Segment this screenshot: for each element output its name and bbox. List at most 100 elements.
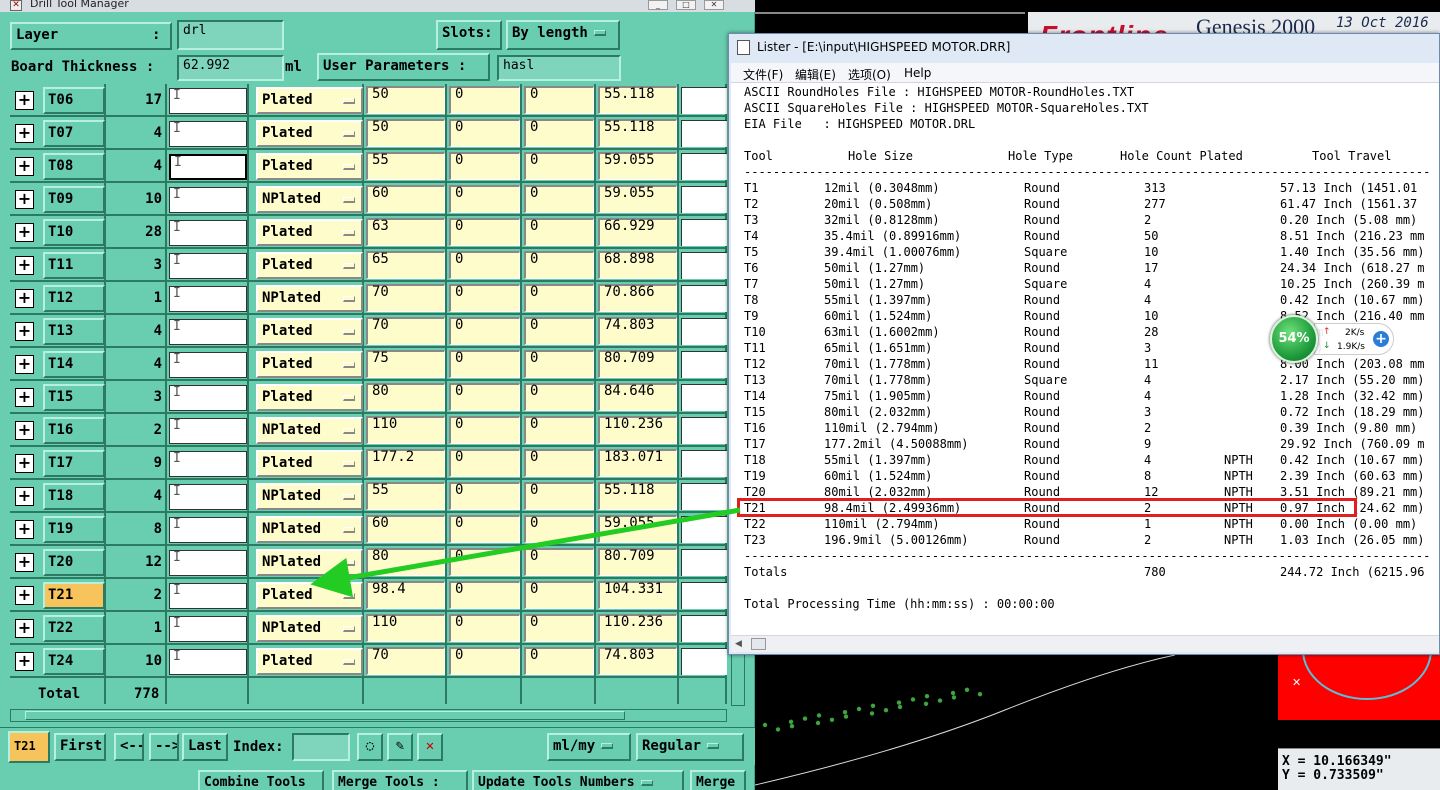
layer-input[interactable]: drl [177, 20, 284, 50]
extra-column-input[interactable] [681, 120, 727, 147]
expand-icon[interactable]: + [15, 289, 34, 308]
extra-column-input[interactable] [681, 384, 727, 411]
scroll-thumb[interactable] [751, 638, 766, 650]
board-thickness-input[interactable]: 62.992 [177, 55, 284, 81]
previous-button[interactable]: <-- [114, 733, 144, 761]
extra-column-input[interactable] [681, 351, 727, 378]
tolerance-plus-input[interactable]: 0 [449, 119, 520, 147]
finish-size-input[interactable]: 98.4 [366, 581, 445, 609]
tolerance-plus-input[interactable]: 0 [449, 383, 520, 411]
plating-type-dropdown[interactable]: Plated [256, 384, 363, 411]
drill-size-input[interactable]: I [169, 550, 247, 576]
expand-icon[interactable]: + [15, 553, 34, 572]
user-parameters-button[interactable]: User Parameters : [317, 53, 490, 81]
tolerance-minus-input[interactable]: 0 [524, 218, 594, 246]
finish-size-input[interactable]: 50 [366, 86, 445, 114]
extra-column-input[interactable] [681, 450, 727, 477]
tolerance-plus-input[interactable]: 0 [449, 152, 520, 180]
drill-size-value-input[interactable]: 59.055 [598, 515, 677, 543]
expand-icon[interactable]: + [15, 190, 34, 209]
tolerance-plus-input[interactable]: 0 [449, 86, 520, 114]
update-tools-numbers-dropdown[interactable]: Update Tools Numbers [472, 770, 684, 790]
finish-size-input[interactable]: 65 [366, 251, 445, 279]
drill-size-value-input[interactable]: 68.898 [598, 251, 677, 279]
finish-size-input[interactable]: 75 [366, 350, 445, 378]
finish-size-input[interactable]: 60 [366, 185, 445, 213]
finish-size-input[interactable]: 177.2 [366, 449, 445, 477]
plating-type-dropdown[interactable]: NPlated [256, 483, 363, 510]
tolerance-plus-input[interactable]: 0 [449, 350, 520, 378]
expand-icon[interactable]: + [15, 256, 34, 275]
expand-icon[interactable]: + [15, 619, 34, 638]
combine-tools-button[interactable]: Combine Tools [198, 770, 324, 790]
tolerance-plus-input[interactable]: 0 [449, 581, 520, 609]
expand-icon[interactable]: + [15, 652, 34, 671]
extra-column-input[interactable] [681, 318, 727, 345]
tolerance-plus-input[interactable]: 0 [449, 482, 520, 510]
tool-name-button[interactable]: T06 [43, 87, 105, 114]
tolerance-minus-input[interactable]: 0 [524, 251, 594, 279]
tolerance-plus-input[interactable]: 0 [449, 515, 520, 543]
plus-icon[interactable]: + [1372, 330, 1390, 348]
finish-size-input[interactable]: 110 [366, 614, 445, 642]
extra-column-input[interactable] [681, 417, 727, 444]
drill-size-input[interactable]: I [169, 418, 247, 444]
tool-name-button[interactable]: T18 [43, 483, 105, 510]
plating-type-dropdown[interactable]: NPlated [256, 615, 363, 642]
maximize-icon[interactable]: □ [676, 0, 696, 10]
expand-icon[interactable]: + [15, 91, 34, 110]
tolerance-minus-input[interactable]: 0 [524, 614, 594, 642]
layer-button[interactable]: Layer : [10, 22, 172, 50]
plating-type-dropdown[interactable]: Plated [256, 219, 363, 246]
menu-options[interactable]: 选项(O) [848, 66, 891, 83]
tolerance-minus-input[interactable]: 0 [524, 548, 594, 576]
tolerance-plus-input[interactable]: 0 [449, 614, 520, 642]
tolerance-minus-input[interactable]: 0 [524, 152, 594, 180]
merge-button[interactable]: Merge [690, 770, 746, 790]
tolerance-minus-input[interactable]: 0 [524, 185, 594, 213]
tool-name-button[interactable]: T08 [43, 153, 105, 180]
tool-name-button[interactable]: T13 [43, 318, 105, 345]
tolerance-minus-input[interactable]: 0 [524, 317, 594, 345]
finish-size-input[interactable]: 50 [366, 119, 445, 147]
mode-dropdown[interactable]: Regular [636, 733, 744, 761]
drill-size-value-input[interactable]: 80.709 [598, 548, 677, 576]
tolerance-plus-input[interactable]: 0 [449, 317, 520, 345]
tolerance-plus-input[interactable]: 0 [449, 548, 520, 576]
plating-type-dropdown[interactable]: Plated [256, 450, 363, 477]
plating-type-dropdown[interactable]: Plated [256, 648, 363, 675]
expand-icon[interactable]: + [15, 454, 34, 473]
delete-icon[interactable]: ✕ [417, 733, 443, 761]
tolerance-minus-input[interactable]: 0 [524, 581, 594, 609]
plating-type-dropdown[interactable]: NPlated [256, 549, 363, 576]
tool-name-button[interactable]: T17 [43, 450, 105, 477]
drill-size-input[interactable]: I [169, 352, 247, 378]
tolerance-plus-input[interactable]: 0 [449, 251, 520, 279]
extra-column-input[interactable] [681, 285, 727, 312]
tolerance-minus-input[interactable]: 0 [524, 284, 594, 312]
tolerance-plus-input[interactable]: 0 [449, 218, 520, 246]
drill-size-value-input[interactable]: 55.118 [598, 482, 677, 510]
extra-column-input[interactable] [681, 186, 727, 213]
drill-size-value-input[interactable]: 59.055 [598, 185, 677, 213]
finish-size-input[interactable]: 110 [366, 416, 445, 444]
tool-name-button[interactable]: T14 [43, 351, 105, 378]
plating-type-dropdown[interactable]: Plated [256, 120, 363, 147]
drill-size-value-input[interactable]: 55.118 [598, 86, 677, 114]
plating-type-dropdown[interactable]: Plated [256, 153, 363, 180]
drill-size-input[interactable]: I [169, 319, 247, 345]
drill-size-value-input[interactable]: 84.646 [598, 383, 677, 411]
extra-column-input[interactable] [681, 87, 727, 114]
drill-size-input[interactable]: I [169, 583, 247, 609]
drill-size-value-input[interactable]: 74.803 [598, 317, 677, 345]
extra-column-input[interactable] [681, 549, 727, 576]
tool-name-button[interactable]: T10 [43, 219, 105, 246]
tool-name-button[interactable]: T22 [43, 615, 105, 642]
finish-size-input[interactable]: 80 [366, 383, 445, 411]
drill-size-input[interactable]: I [169, 154, 247, 180]
scroll-left-icon[interactable]: ◀ [735, 639, 742, 649]
index-input[interactable] [292, 733, 350, 761]
expand-icon[interactable]: + [15, 520, 34, 539]
minimize-icon[interactable]: _ [648, 0, 668, 10]
tool-name-button[interactable]: T21 [43, 582, 105, 609]
